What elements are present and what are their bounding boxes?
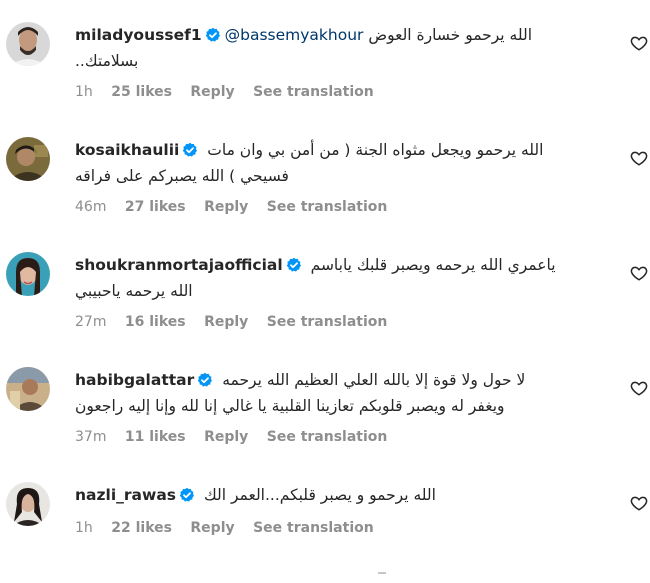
reply-button[interactable]: Reply [204,429,248,445]
reply-button[interactable]: Reply [190,84,234,100]
see-translation-button[interactable]: See translation [253,84,374,100]
comment-time[interactable]: 37m [75,429,106,445]
reply-button[interactable]: Reply [204,199,248,215]
see-translation-button[interactable]: See translation [267,314,388,330]
heart-outline-icon[interactable] [630,494,648,512]
comment-text: لا حول ولا قوة إلا بالله العلي العظيم ال… [222,371,526,389]
comment-meta: 1h 25 likes Reply See translation [75,84,388,100]
see-translation-button[interactable]: See translation [253,520,374,536]
reply-button[interactable]: Reply [190,520,234,536]
avatar[interactable] [6,482,50,526]
comment-time[interactable]: 46m [75,199,106,215]
comment-body: miladyoussef1 @bassemyakhour الله يرحمو خ… [75,24,605,73]
comment-mention-link[interactable]: @bassemyakhour [225,26,364,44]
comment-meta: 46m 27 likes Reply See translation [75,199,401,215]
heart-outline-icon[interactable] [630,379,648,397]
comment-meta: 37m 11 likes Reply See translation [75,429,401,445]
comment-text-continued: بسلامتك.. [75,52,139,70]
comment-likes[interactable]: 27 likes [125,199,186,215]
heart-outline-icon[interactable] [630,34,648,52]
comment-likes[interactable]: 22 likes [111,520,172,536]
see-translation-button[interactable]: See translation [267,429,388,445]
avatar[interactable] [6,252,50,296]
verified-badge-icon [205,27,221,50]
comment-first-line: nazli_rawas الله يرحمو و يصبر قلبكم...ال… [75,484,605,510]
comment-likes[interactable]: 25 likes [111,84,172,100]
comment-time[interactable]: 1h [75,84,93,100]
comment-username[interactable]: habibgalattar [75,371,194,389]
comment-text-continued: ويغفر له ويصبر قلوبكم تعازينا القلبية يا… [75,397,505,415]
comment-meta: 1h 22 likes Reply See translation [75,520,388,536]
reply-button[interactable]: Reply [204,314,248,330]
heart-outline-icon[interactable] [630,149,648,167]
comment-username[interactable]: nazli_rawas [75,486,176,504]
comment-likes[interactable]: 16 likes [125,314,186,330]
comment-body: habibgalattar لا حول ولا قوة إلا بالله ا… [75,369,605,418]
comment-text: الله يرحمو ويجعل مثواه الجنة ( من أمن بي… [207,141,544,159]
comment-time[interactable]: 27m [75,314,106,330]
verified-badge-icon [179,487,195,510]
avatar[interactable] [6,22,50,66]
avatar[interactable] [6,367,50,411]
verified-badge-icon [197,372,213,395]
avatar[interactable] [6,137,50,181]
comment-meta: 27m 16 likes Reply See translation [75,314,401,330]
comment-text: ياعمري الله يرحمه ويصبر قلبك ياباسم [310,256,556,274]
comment-time[interactable]: 1h [75,520,93,536]
comment-body: nazli_rawas الله يرحمو و يصبر قلبكم...ال… [75,484,605,510]
comment-first-line: habibgalattar لا حول ولا قوة إلا بالله ا… [75,369,605,395]
comment-first-line: kosaikhaulii الله يرحمو ويجعل مثواه الجن… [75,139,605,165]
comment-username[interactable]: shoukranmortajaofficial [75,256,283,274]
verified-badge-icon [182,142,198,165]
comment-first-line: shoukranmortajaofficial ياعمري الله يرحم… [75,254,605,280]
comment-first-line: miladyoussef1 @bassemyakhour الله يرحمو خ… [75,24,605,50]
comment-text-continued: فسيحي ) الله يصبركم على فراقه [75,167,289,185]
heart-outline-icon[interactable] [630,264,648,282]
comment-text: الله يرحمو خسارة العوض [368,26,533,44]
verified-badge-icon [286,257,302,280]
comment-text: الله يرحمو و يصبر قلبكم...العمر الك [203,486,436,504]
comment-likes[interactable]: 11 likes [125,429,186,445]
see-translation-button[interactable]: See translation [267,199,388,215]
comment-username[interactable]: kosaikhaulii [75,141,179,159]
comment-username[interactable]: miladyoussef1 [75,26,202,44]
comment-body: shoukranmortajaofficial ياعمري الله يرحم… [75,254,605,303]
comment-text-continued: الله يرحمه ياحبيبي [75,282,193,300]
scroll-indicator [378,572,386,574]
comment-body: kosaikhaulii الله يرحمو ويجعل مثواه الجن… [75,139,605,188]
